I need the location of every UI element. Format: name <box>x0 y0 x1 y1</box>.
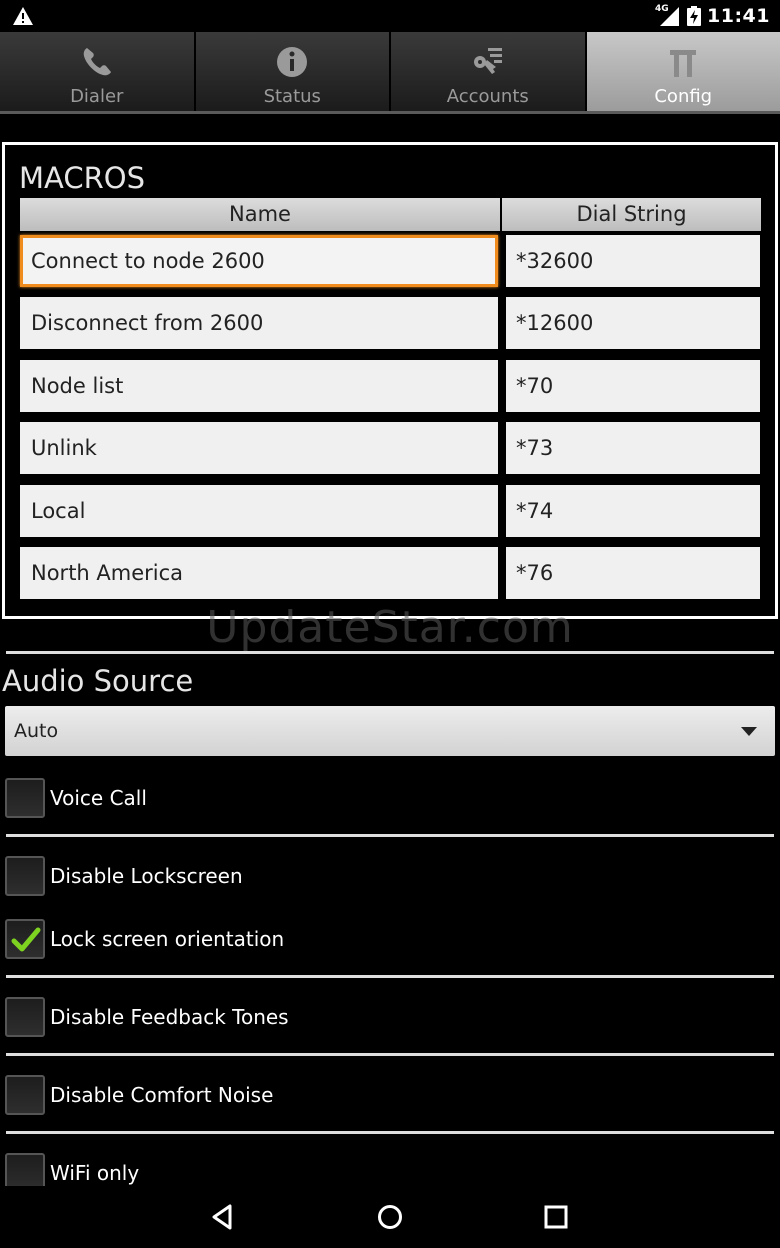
home-icon[interactable] <box>375 1202 405 1232</box>
clock: 11:41 <box>707 5 770 27</box>
macro-dial-field[interactable]: *76 <box>506 547 760 599</box>
dropdown-arrow-icon <box>741 727 757 736</box>
macro-dial-field[interactable]: *74 <box>506 485 760 537</box>
macro-name-field[interactable]: Local <box>20 485 498 537</box>
tab-label: Dialer <box>70 86 124 107</box>
audio-source-value: Auto <box>14 720 59 742</box>
tab-config[interactable]: Config <box>586 32 780 114</box>
tab-bar: Dialer Status Accounts Config <box>0 32 780 114</box>
macro-name-field[interactable]: Node list <box>20 360 498 412</box>
key-list-icon <box>473 48 502 74</box>
option-disable-feedback-tones[interactable]: Disable Feedback Tones <box>5 996 289 1038</box>
checkbox[interactable] <box>5 856 45 896</box>
option-label: Voice Call <box>50 786 147 810</box>
divider <box>6 1131 774 1134</box>
tab-status[interactable]: Status <box>195 32 389 114</box>
checkbox[interactable] <box>5 919 45 959</box>
option-voice-call[interactable]: Voice Call <box>5 777 147 819</box>
macro-dial-field[interactable]: *32600 <box>506 235 760 287</box>
option-label: Disable Lockscreen <box>50 864 243 888</box>
option-disable-lockscreen[interactable]: Disable Lockscreen <box>5 855 243 897</box>
tab-label: Config <box>654 86 713 107</box>
tabs-divider <box>0 111 780 114</box>
option-disable-comfort-noise[interactable]: Disable Comfort Noise <box>5 1074 273 1116</box>
macro-dial-field[interactable]: *70 <box>506 360 760 412</box>
macros-panel: MACROS Name Dial String Connect to node … <box>2 142 778 619</box>
option-label: WiFi only <box>50 1161 140 1185</box>
checkbox[interactable] <box>5 1075 45 1115</box>
checkbox[interactable] <box>5 997 45 1037</box>
battery-charging-icon <box>687 6 702 26</box>
macro-name-field[interactable]: Connect to node 2600 <box>20 235 498 287</box>
status-bar: 4G 11:41 <box>0 0 780 32</box>
macro-name-field[interactable]: Unlink <box>20 422 498 474</box>
tab-accounts[interactable]: Accounts <box>391 32 585 114</box>
back-icon[interactable] <box>208 1202 238 1232</box>
macro-dial-field[interactable]: *12600 <box>506 297 760 349</box>
macro-name-field[interactable]: North America <box>20 547 498 599</box>
macro-dial-field[interactable]: *73 <box>506 422 760 474</box>
option-label: Disable Comfort Noise <box>50 1083 274 1107</box>
tab-dialer[interactable]: Dialer <box>0 32 194 114</box>
navigation-bar <box>0 1186 780 1248</box>
tab-label: Status <box>263 86 321 107</box>
info-icon <box>277 47 308 77</box>
option-label: Lock screen orientation <box>50 927 285 951</box>
tools-icon <box>670 50 697 77</box>
phone-icon <box>83 48 111 76</box>
checkbox[interactable] <box>5 778 45 818</box>
signal-icon: 4G <box>655 4 681 27</box>
warning-icon <box>13 7 33 25</box>
option-lock-screen-orientation[interactable]: Lock screen orientation <box>5 918 284 960</box>
tab-label: Accounts <box>446 86 529 107</box>
divider <box>6 651 774 654</box>
status-icons: 4G 11:41 <box>655 0 770 32</box>
divider <box>6 975 774 978</box>
check-mark-icon <box>11 927 41 952</box>
divider <box>6 834 774 837</box>
option-label: Disable Feedback Tones <box>50 1005 289 1029</box>
audio-source-title: Audio Source <box>2 664 194 698</box>
recents-icon[interactable] <box>541 1202 571 1232</box>
macros-title: MACROS <box>19 161 145 195</box>
watermark: UpdateStar.com <box>206 602 574 653</box>
audio-source-select[interactable]: Auto <box>5 706 775 756</box>
column-header-name: Name <box>20 198 500 231</box>
column-header-dial-string: Dial String <box>502 198 761 231</box>
divider <box>6 1053 774 1056</box>
macro-name-field[interactable]: Disconnect from 2600 <box>20 297 498 349</box>
